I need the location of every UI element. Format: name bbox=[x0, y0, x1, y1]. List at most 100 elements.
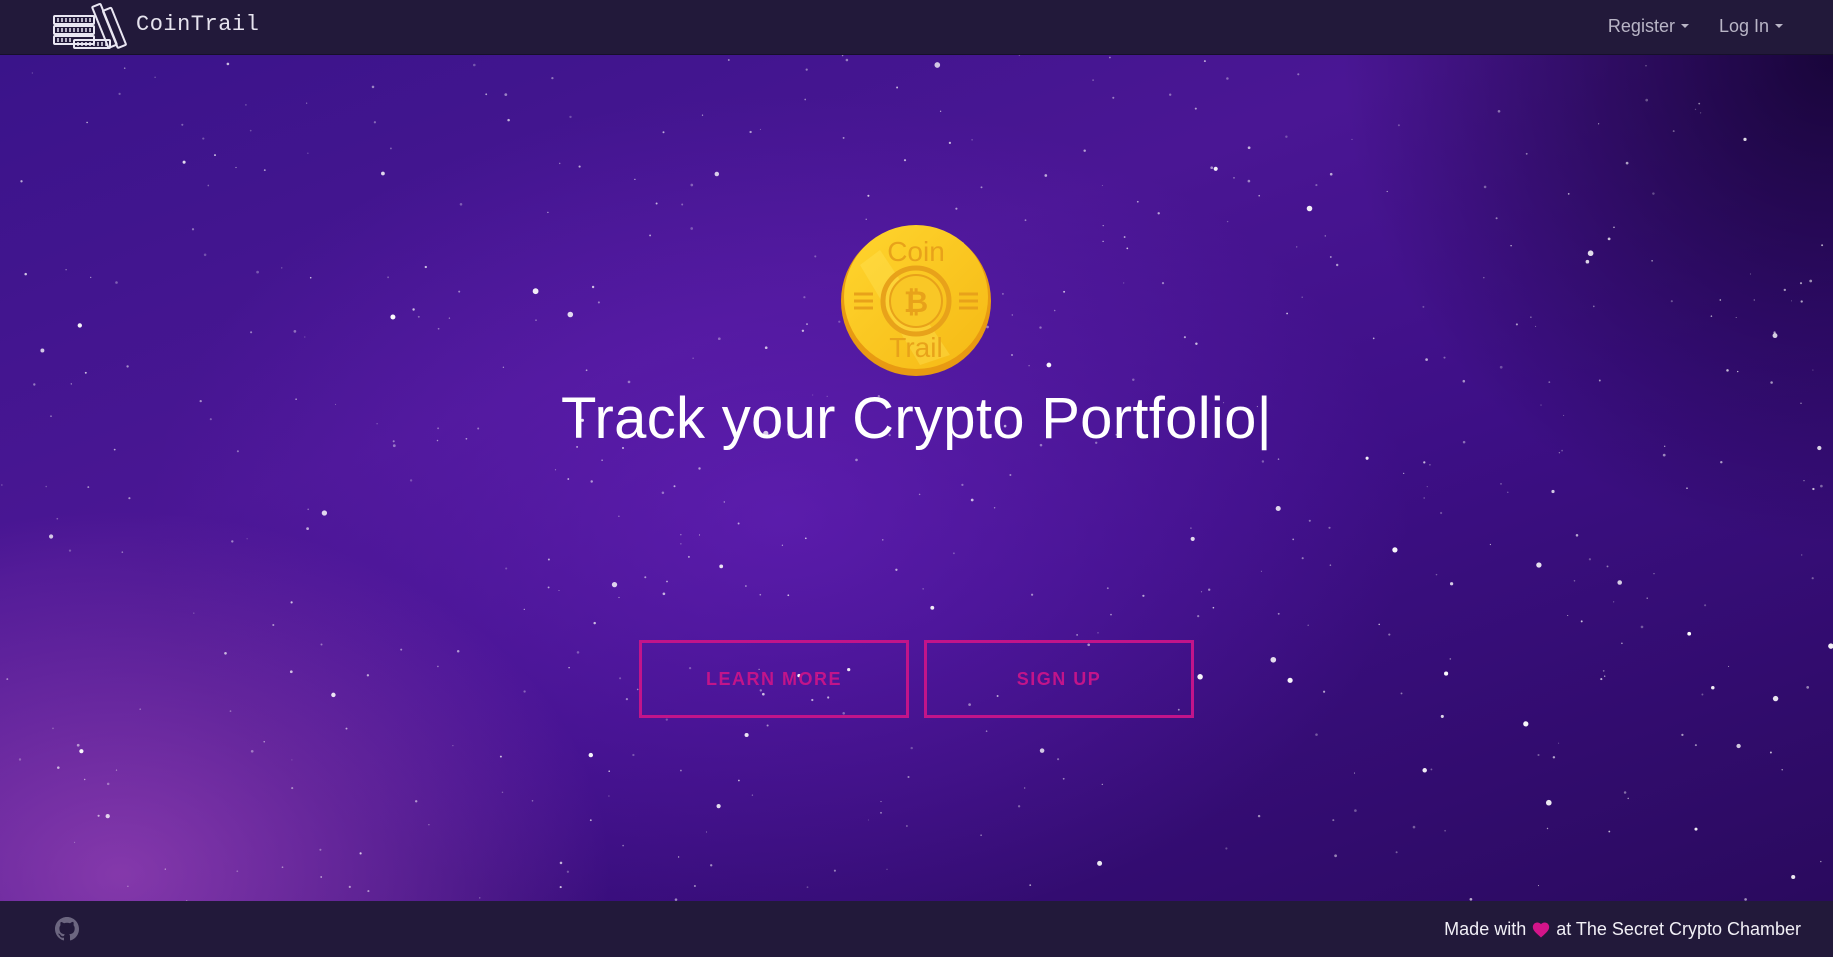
star bbox=[1545, 799, 1552, 806]
star bbox=[1286, 312, 1289, 315]
star bbox=[118, 92, 121, 96]
star bbox=[588, 752, 594, 758]
star bbox=[1736, 743, 1741, 749]
star bbox=[1306, 205, 1313, 212]
star bbox=[181, 123, 184, 126]
star bbox=[1809, 279, 1813, 283]
star bbox=[304, 336, 306, 338]
star bbox=[291, 787, 294, 790]
star bbox=[1623, 791, 1627, 794]
star bbox=[236, 870, 239, 873]
footer: Made with at The Secret Crypto Chamber bbox=[0, 901, 1833, 957]
star bbox=[1301, 557, 1304, 560]
star bbox=[1315, 184, 1318, 187]
star bbox=[1743, 137, 1747, 142]
star bbox=[1212, 606, 1215, 609]
star bbox=[6, 678, 9, 681]
coin-top-text: Coin bbox=[887, 236, 945, 267]
star bbox=[1567, 193, 1570, 195]
star bbox=[214, 154, 216, 157]
star bbox=[1704, 604, 1707, 607]
star bbox=[1332, 819, 1335, 822]
star bbox=[673, 485, 676, 488]
star bbox=[1102, 224, 1104, 227]
brand-link[interactable]: CoinTrail bbox=[52, 0, 259, 55]
star bbox=[1687, 631, 1692, 636]
star bbox=[806, 886, 809, 889]
star bbox=[1011, 314, 1014, 316]
star bbox=[1820, 860, 1822, 863]
star bbox=[1694, 108, 1697, 111]
star bbox=[1769, 751, 1772, 754]
star bbox=[627, 380, 631, 384]
sign-up-button[interactable]: SIGN UP bbox=[924, 640, 1194, 718]
star bbox=[1400, 692, 1403, 695]
hero-section: ₿ Coin Trail Track your Crypto Portfolio… bbox=[0, 55, 1833, 901]
star bbox=[568, 666, 570, 669]
star bbox=[387, 276, 390, 279]
star bbox=[293, 330, 297, 333]
hero-headline: Track your Crypto Portfolio| bbox=[0, 385, 1833, 452]
star bbox=[1353, 772, 1356, 774]
star bbox=[424, 265, 427, 269]
star bbox=[319, 848, 322, 851]
star bbox=[1443, 356, 1446, 359]
star bbox=[1462, 379, 1466, 383]
star bbox=[57, 766, 60, 769]
star bbox=[895, 568, 898, 571]
star bbox=[1799, 282, 1803, 285]
register-dropdown[interactable]: Register bbox=[1608, 16, 1689, 37]
star bbox=[1613, 601, 1615, 603]
star bbox=[980, 186, 983, 189]
star bbox=[1053, 309, 1056, 312]
star bbox=[1258, 194, 1261, 197]
star bbox=[1365, 456, 1369, 460]
star bbox=[1653, 573, 1655, 575]
star bbox=[806, 323, 808, 326]
star bbox=[164, 868, 166, 870]
star bbox=[97, 814, 100, 817]
star bbox=[77, 323, 82, 328]
star bbox=[738, 779, 740, 782]
star bbox=[1627, 797, 1629, 800]
star bbox=[452, 745, 454, 747]
star bbox=[1046, 362, 1052, 368]
star bbox=[1323, 690, 1326, 693]
star bbox=[590, 480, 593, 483]
star bbox=[1210, 166, 1214, 170]
star bbox=[20, 180, 23, 183]
star bbox=[83, 778, 86, 781]
star bbox=[1277, 612, 1280, 615]
star bbox=[681, 203, 684, 206]
github-icon[interactable] bbox=[55, 917, 79, 941]
star bbox=[547, 558, 550, 561]
star bbox=[90, 276, 92, 279]
star bbox=[632, 753, 635, 757]
star bbox=[601, 459, 603, 461]
star bbox=[591, 285, 595, 289]
star bbox=[723, 501, 725, 503]
learn-more-button[interactable]: LEARN MORE bbox=[639, 640, 909, 718]
star bbox=[1123, 282, 1125, 284]
star bbox=[1270, 656, 1277, 663]
star bbox=[437, 327, 440, 330]
star bbox=[1640, 625, 1644, 629]
star bbox=[1772, 333, 1778, 339]
star bbox=[690, 183, 694, 187]
star bbox=[1097, 860, 1103, 866]
star bbox=[1425, 358, 1428, 361]
login-dropdown[interactable]: Log In bbox=[1719, 16, 1783, 37]
star bbox=[896, 86, 899, 89]
star bbox=[1275, 505, 1281, 512]
coin-bottom-text: Trail bbox=[889, 332, 942, 363]
star bbox=[331, 692, 336, 698]
star bbox=[290, 601, 293, 604]
star bbox=[1652, 192, 1655, 195]
star bbox=[1329, 256, 1332, 258]
star bbox=[1617, 580, 1622, 585]
star bbox=[1444, 671, 1449, 676]
star bbox=[1197, 674, 1203, 680]
star bbox=[458, 290, 461, 293]
star bbox=[1537, 753, 1540, 757]
star bbox=[759, 128, 761, 130]
